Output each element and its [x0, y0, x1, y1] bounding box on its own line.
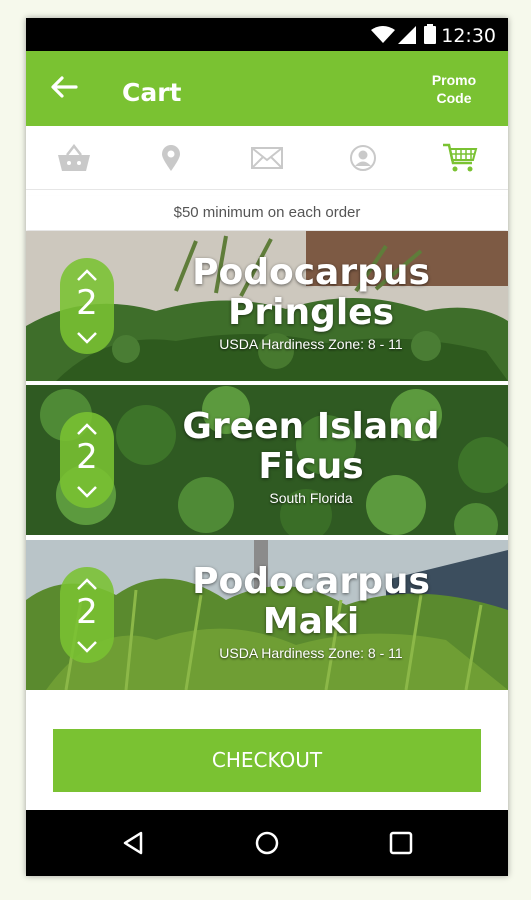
- mail-icon: [251, 146, 284, 169]
- quantity-value: 2: [76, 437, 98, 477]
- quantity-stepper[interactable]: 2: [60, 567, 114, 663]
- nav-recents-icon[interactable]: [387, 829, 415, 857]
- nav-back-icon[interactable]: [119, 829, 147, 857]
- tab-shop[interactable]: [26, 126, 122, 189]
- plant-subtitle: USDA Hardiness Zone: 8 - 11: [219, 336, 403, 352]
- plant-subtitle: South Florida: [269, 490, 353, 506]
- nav-home-icon[interactable]: [253, 829, 281, 857]
- tab-cart[interactable]: [412, 126, 508, 189]
- promo-code-button[interactable]: Promo Code: [424, 71, 484, 107]
- quantity-value: 2: [76, 592, 98, 632]
- quantity-stepper[interactable]: 2: [60, 258, 114, 354]
- clock: 12:30: [441, 25, 496, 47]
- cart-item[interactable]: 2 Podocarpus Pringles USDA Hardiness Zon…: [26, 231, 508, 381]
- signal-icon: [398, 26, 416, 44]
- checkout-button[interactable]: CHECKOUT: [53, 729, 481, 792]
- tab-locations[interactable]: [122, 126, 218, 189]
- chevron-down-icon[interactable]: [74, 484, 100, 500]
- chevron-down-icon[interactable]: [74, 330, 100, 346]
- plant-subtitle: USDA Hardiness Zone: 8 - 11: [219, 645, 403, 661]
- minimum-order-notice: $50 minimum on each order: [26, 196, 508, 230]
- plant-name: Podocarpus Pringles: [192, 252, 430, 333]
- chevron-down-icon[interactable]: [74, 639, 100, 655]
- battery-icon: [424, 24, 436, 44]
- cart-item[interactable]: 2 Podocarpus Maki USDA Hardiness Zone: 8…: [26, 540, 508, 690]
- cart-icon: [442, 143, 478, 171]
- chevron-up-icon[interactable]: [74, 421, 100, 437]
- chevron-up-icon[interactable]: [74, 576, 100, 592]
- quantity-value: 2: [76, 283, 98, 323]
- android-nav-bar: [26, 810, 508, 876]
- cart-item[interactable]: 2 Green Island Ficus South Florida: [26, 385, 508, 535]
- app-bar: Cart Promo Code: [26, 51, 508, 126]
- tab-contact[interactable]: [219, 126, 315, 189]
- basket-icon: [58, 143, 91, 171]
- tab-account[interactable]: [315, 126, 411, 189]
- tab-bar: [26, 126, 508, 190]
- phone-screen: 12:30 Cart Promo Code $50 minimum on eac…: [26, 18, 508, 876]
- plant-name: Podocarpus Maki: [192, 561, 430, 642]
- wifi-icon: [371, 26, 395, 43]
- location-pin-icon: [161, 144, 180, 171]
- account-icon: [350, 144, 377, 171]
- plant-name: Green Island Ficus: [182, 406, 440, 487]
- page-title: Cart: [122, 78, 182, 107]
- back-arrow-icon[interactable]: [48, 71, 80, 103]
- chevron-up-icon[interactable]: [74, 267, 100, 283]
- status-bar: 12:30: [26, 18, 508, 51]
- quantity-stepper[interactable]: 2: [60, 412, 114, 508]
